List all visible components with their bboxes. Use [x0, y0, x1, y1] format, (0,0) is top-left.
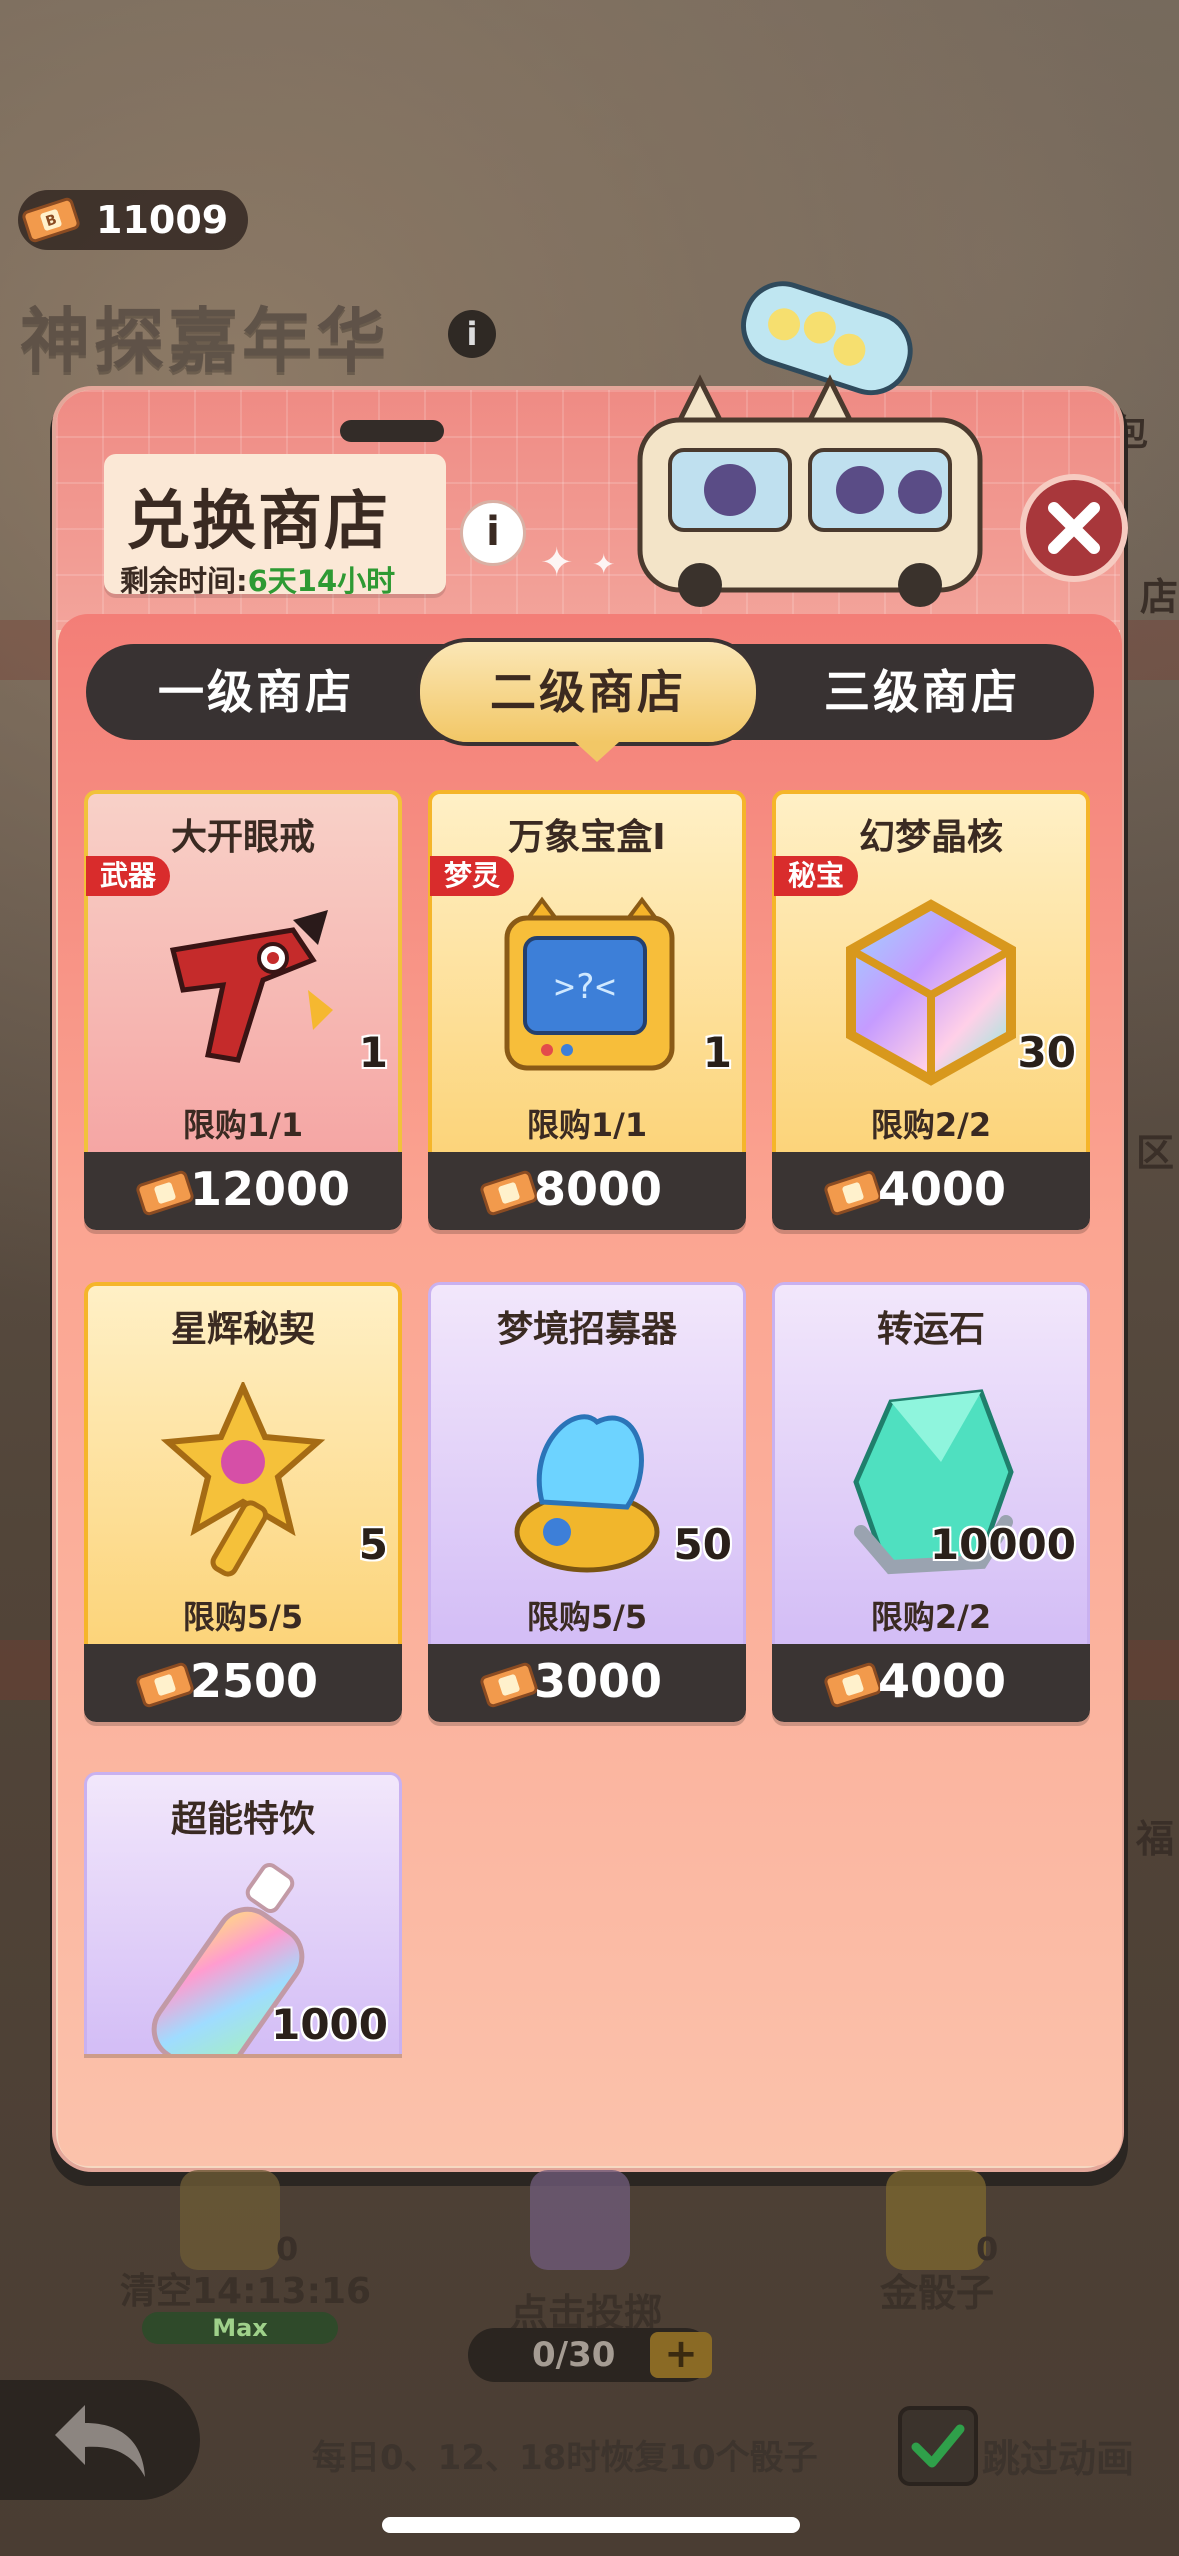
item-quantity: 1	[358, 1028, 388, 1077]
currency-display: B 11009	[18, 190, 248, 250]
item-quantity: 50	[673, 1520, 732, 1569]
active-tab-pointer	[575, 742, 619, 762]
item-price: 8000	[534, 1162, 663, 1216]
shop-item-card[interactable]: 幻梦晶核 秘宝 30 限购2/2 4000	[772, 790, 1090, 1230]
item-name: 万象宝盒Ⅰ	[508, 817, 666, 858]
skip-animation-checkbox[interactable]	[898, 2406, 978, 2486]
item-price: 4000	[878, 1162, 1007, 1216]
tickets-side-label: 福	[1136, 1817, 1175, 1861]
gold-dice-icon	[886, 2170, 986, 2270]
tab-level-1-shop[interactable]: 一级商店	[106, 644, 406, 740]
item-price: 12000	[190, 1162, 351, 1216]
tab-level-2-shop[interactable]: 二级商店	[420, 642, 756, 742]
store-side-label: 店	[1140, 575, 1179, 619]
item-name: 梦境招募器	[496, 1309, 677, 1350]
purchase-limit: 限购5/5	[182, 1598, 304, 1636]
max-badge: Max	[142, 2312, 338, 2344]
shop-title: 兑换商店	[126, 485, 390, 559]
dice-icon	[180, 2170, 280, 2270]
purchase-limit: 限购2/2	[870, 1598, 992, 1636]
item-quantity: 5	[358, 1520, 388, 1569]
event-info-button[interactable]: i	[448, 310, 496, 358]
item-name: 大开眼戒	[170, 817, 315, 858]
tab-level-3-shop[interactable]: 三级商店	[772, 644, 1072, 740]
ticket-icon	[824, 1170, 882, 1216]
clear-timer: 清空14:13:16	[120, 2271, 372, 2312]
sparkle-icon: ✦	[592, 548, 616, 581]
shop-item-card[interactable]: 梦境招募器 50 限购5/5 3000	[428, 1282, 746, 1722]
add-roll-button[interactable]: +	[650, 2332, 712, 2378]
cat-van-icon	[637, 281, 983, 607]
tv-box-icon: >?<	[504, 896, 675, 1071]
recruiter-icon	[514, 1414, 660, 1573]
item-quantity: 1	[702, 1028, 732, 1077]
ticket-icon	[480, 1662, 538, 1708]
red-pistol-icon	[169, 910, 333, 1063]
ticket-icon	[136, 1170, 194, 1216]
shop-item-card[interactable]: 转运石 10000 限购2/2 4000	[772, 1282, 1090, 1722]
gold-dice-label: 金骰子	[880, 2271, 995, 2315]
item-name: 转运石	[876, 1309, 985, 1350]
close-button[interactable]	[1020, 474, 1128, 582]
roll-dice-icon	[530, 2170, 630, 2270]
purchase-limit: 限购5/5	[526, 1598, 648, 1636]
crystal-cube-icon	[846, 899, 1016, 1086]
shop-item-card[interactable]: 超能特饮 1000	[84, 1772, 402, 2054]
item-price: 2500	[190, 1654, 319, 1708]
panel-hanger	[340, 420, 444, 442]
shop-tabs: 一级商店 二级商店 三级商店	[86, 642, 1094, 742]
item-quantity: 30	[1017, 1028, 1076, 1077]
skip-animation-label[interactable]: 跳过动画	[982, 2428, 1134, 2483]
currency-amount: 11009	[96, 198, 229, 242]
ticket-icon	[136, 1662, 194, 1708]
svg-text:>?<: >?<	[554, 967, 615, 1007]
purchase-limit: 限购2/2	[870, 1106, 992, 1144]
close-icon	[1048, 502, 1100, 554]
item-name: 超能特饮	[170, 1799, 315, 1840]
home-indicator[interactable]	[382, 2517, 800, 2533]
shop-item-card[interactable]: 万象宝盒Ⅰ 梦灵 >?< 1 限购1/1 8000	[428, 790, 746, 1230]
purchase-limit: 限购1/1	[182, 1106, 304, 1144]
sparkle-icon: ✦	[540, 540, 574, 586]
dice-recovery-hint: 每日0、12、18时恢复10个骰子	[312, 2438, 818, 2478]
back-button[interactable]	[0, 2380, 200, 2500]
star-key-icon	[160, 1382, 326, 1577]
shop-item-card[interactable]: 大开眼戒 武器 1 限购1/1 12000	[84, 790, 402, 1230]
remaining-time: 剩余时间:6天14小时	[120, 558, 395, 600]
purchase-limit: 限购1/1	[526, 1106, 648, 1144]
item-price: 4000	[878, 1654, 1007, 1708]
checkmark-icon	[911, 2424, 965, 2468]
ticket-icon	[480, 1170, 538, 1216]
item-name: 星辉秘契	[170, 1309, 315, 1350]
item-price: 3000	[534, 1654, 663, 1708]
remaining-time-label: 剩余时间:	[120, 564, 248, 598]
item-name: 幻梦晶核	[858, 817, 1003, 858]
back-arrow-icon	[55, 2405, 145, 2477]
shop-item-card[interactable]: 星辉秘契 5 限购5/5 2500	[84, 1282, 402, 1722]
remaining-time-value: 6天14小时	[247, 564, 396, 598]
event-title: 神探嘉年华	[20, 300, 390, 382]
item-quantity: 1000	[271, 2000, 388, 2049]
ticket-icon	[824, 1662, 882, 1708]
region-side-label: 区	[1136, 1131, 1175, 1175]
shop-info-button[interactable]: i	[460, 500, 526, 566]
item-quantity: 10000	[929, 1520, 1076, 1569]
ticket-icon: B	[22, 197, 80, 243]
